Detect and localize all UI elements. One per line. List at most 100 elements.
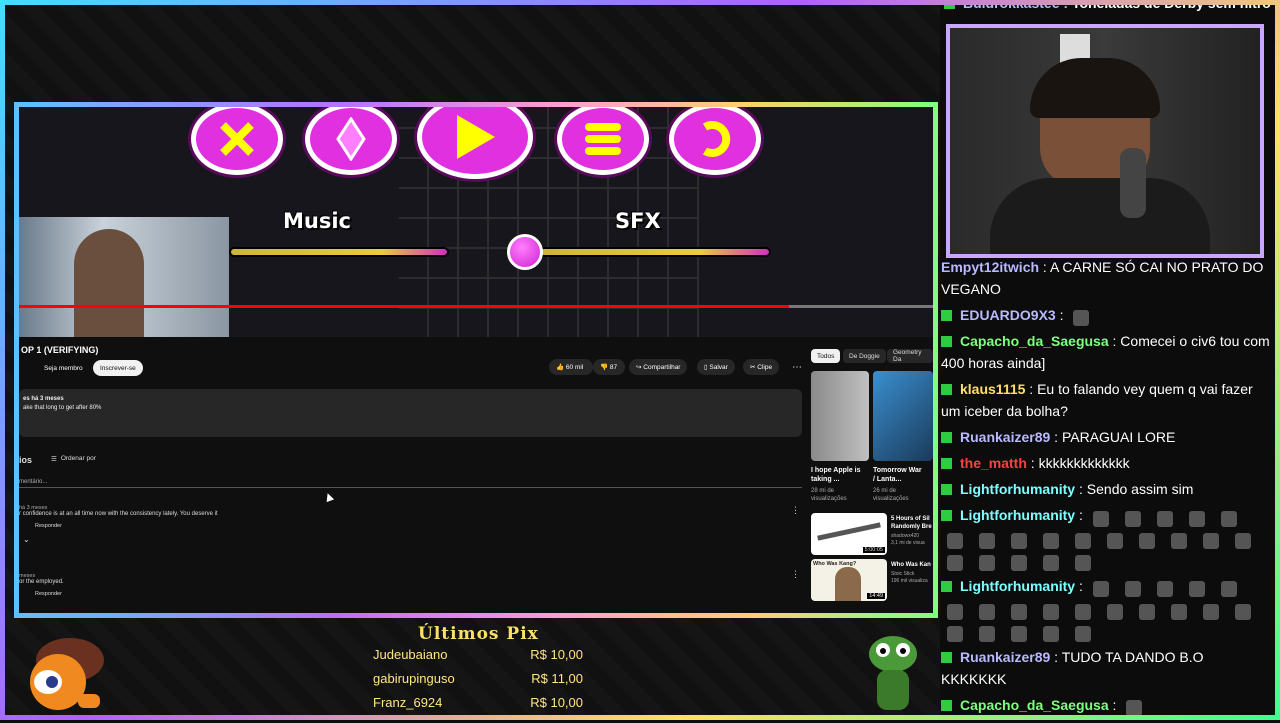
chat-username[interactable]: Lightforhumanity — [960, 578, 1075, 594]
chat-message: Lightforhumanity : Sendo assim sim — [941, 478, 1271, 500]
comment-item: há 3 meses r confidence is at an all tim… — [19, 505, 802, 544]
pepe-icon — [865, 632, 921, 712]
chat-badge-icon — [941, 652, 952, 664]
like-count: 60 mil — [565, 363, 584, 371]
reply-button[interactable]: Responder — [19, 591, 802, 597]
comment-menu-icon[interactable]: ⋮ — [791, 569, 800, 580]
chat-username[interactable]: Lightforhumanity — [960, 481, 1075, 497]
chat-separator: : — [1050, 429, 1062, 446]
description-text: ake that long to get after 80% — [23, 405, 102, 411]
music-slider — [229, 247, 449, 257]
emote-icon — [979, 532, 995, 549]
comment-menu-icon[interactable]: ⋮ — [791, 505, 800, 516]
chat-username[interactable]: Ruankaizer89 — [960, 429, 1050, 445]
chat-message: Lightforhumanity : — [941, 504, 1271, 572]
chat-top-fragment: Buldrokkastee : Toneladas de Derby sem n… — [944, 0, 1280, 14]
emote-icon — [1139, 532, 1155, 549]
related-thumbnail[interactable] — [873, 371, 933, 461]
emote-icon — [1220, 581, 1237, 598]
thumb-down-icon: 👎 — [600, 364, 610, 371]
comment-text: or the employed. — [19, 579, 64, 585]
emote-icon — [1075, 603, 1091, 620]
chat-username[interactable]: Capacho_da_Saegusa — [960, 333, 1109, 349]
emote-icon — [1043, 555, 1059, 572]
emote-icon — [1075, 532, 1091, 549]
chat-username[interactable]: Capacho_da_Saegusa — [960, 697, 1109, 713]
emote-icon — [1011, 555, 1027, 572]
emote-icon — [1011, 603, 1027, 620]
chat-separator: : — [1025, 381, 1038, 398]
video-progress-bar[interactable] — [19, 305, 933, 308]
related-meta: 26 mi de visualizações — [873, 488, 909, 502]
comment-item: meses or the employed. Responder — [19, 573, 802, 597]
chat-separator: : — [1075, 507, 1087, 524]
chip-doggie[interactable]: De Doggie — [843, 349, 886, 363]
related-thumbnail[interactable]: Who Was Kang? 14:49 — [811, 559, 887, 601]
more-vert-icon[interactable]: ⋯ — [785, 359, 809, 375]
related-title[interactable]: Who Was Kan — [891, 561, 933, 569]
emote-icon — [947, 555, 963, 572]
reply-button[interactable]: Responder — [19, 523, 802, 529]
emote-icon — [979, 603, 995, 620]
chat-text: Toneladas de Derby sem nitro — [1071, 0, 1271, 11]
emote-icon — [1156, 510, 1173, 527]
sort-button[interactable]: ☰ Ordenar por — [51, 455, 96, 463]
dislike-button[interactable]: 👎 87 — [593, 359, 625, 375]
chevron-down-icon[interactable]: ⌄ — [19, 535, 802, 544]
save-label: Salvar — [709, 363, 728, 371]
related-title[interactable]: 5 Hours of Sil Randomly Bre — [891, 515, 933, 531]
duration-badge: 14:49 — [867, 593, 885, 599]
comments-title: ios — [19, 455, 33, 465]
join-button[interactable]: Seja membro — [37, 360, 90, 376]
emote-icon — [1124, 581, 1141, 598]
emote-icon — [1220, 510, 1237, 527]
video-player[interactable]: Music SFX — [19, 107, 933, 337]
emote-icon — [947, 532, 963, 549]
emote-icon — [1011, 626, 1027, 643]
pix-entry: gabirupinguso R$ 11,00 — [373, 671, 583, 686]
chat-badge-icon — [941, 384, 952, 396]
chat-text: PARAGUAI LORE — [1061, 429, 1176, 446]
chat-badge-icon — [941, 458, 952, 470]
music-label: Music — [283, 209, 351, 233]
streamer-webcam — [946, 24, 1264, 258]
related-thumbnail[interactable]: 5:00:05 — [811, 513, 887, 555]
chat-username[interactable]: Lightforhumanity — [960, 507, 1075, 523]
capture-window: Music SFX OP 1 (VERIFYING) Seja membro I… — [14, 102, 938, 618]
description-box[interactable]: es há 3 meses ake that long to get after… — [19, 389, 802, 437]
like-button[interactable]: 👍 60 mil — [549, 359, 593, 375]
chat-text: kkkkkkkkkkkkk — [1038, 455, 1130, 472]
chat-username[interactable]: the_matth — [960, 455, 1027, 471]
clip-button[interactable]: ✂ Clipe — [743, 359, 780, 375]
related-title[interactable]: I hope Apple is taking ... — [811, 466, 867, 484]
emote-icon — [1171, 532, 1187, 549]
subscribe-button[interactable]: Inscrever-se — [93, 360, 143, 376]
chat-message: Capacho_da_Saegusa : — [941, 694, 1271, 717]
chat-message: Ruankaizer89 : TUDO TA DANDO B.O KKKKKKK — [941, 646, 1271, 690]
chat-username[interactable]: klaus1115 — [960, 381, 1025, 397]
chat-message: klaus1115 : Eu to falando vey quem q vai… — [941, 378, 1271, 422]
emote-icon — [1235, 532, 1251, 549]
share-button[interactable]: ↪ Compartilhar — [629, 359, 688, 375]
save-button[interactable]: ▯ Salvar — [697, 359, 735, 375]
related-title[interactable]: Tomorrow War / Lanta... — [873, 466, 923, 484]
chat-username[interactable]: EDUARDO9X3 — [960, 307, 1056, 323]
pix-amount: R$ 10,00 — [530, 647, 583, 662]
pix-amount: R$ 11,00 — [531, 671, 583, 686]
chip-geometry[interactable]: Geometry Da — [887, 349, 933, 363]
emote-icon — [1073, 310, 1090, 327]
chat-username[interactable]: Ruankaizer89 — [960, 649, 1050, 665]
emote-icon — [1043, 626, 1059, 643]
chat-badge-icon — [941, 310, 952, 321]
chat-separator: : — [1075, 481, 1087, 498]
diamond-icon — [305, 107, 397, 175]
chat-username[interactable]: Empyt12itwich — [941, 259, 1039, 275]
bottom-overlay: Últimos Pix Judeubaiano R$ 10,00 gabirupi… — [0, 620, 940, 720]
emote-icon — [1092, 510, 1109, 527]
chat-text: Sendo assim sim — [1086, 481, 1194, 498]
pix-entry: Judeubaiano R$ 10,00 — [373, 647, 583, 662]
emote-icon — [979, 626, 995, 643]
add-comment-input[interactable]: mentário... — [19, 479, 802, 488]
chip-all[interactable]: Todos — [811, 349, 841, 363]
related-thumbnail[interactable] — [811, 371, 869, 461]
